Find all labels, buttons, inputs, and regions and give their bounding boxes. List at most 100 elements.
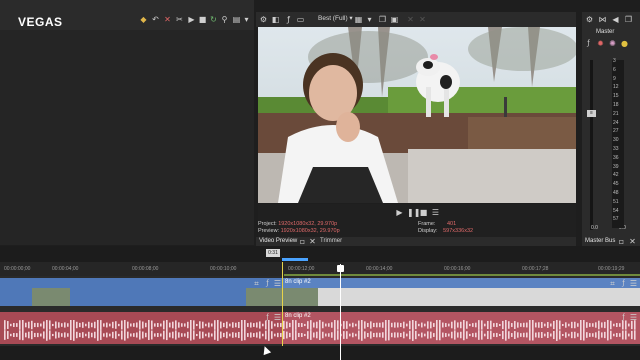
chevron-down-icon[interactable]: ▾ bbox=[365, 15, 374, 24]
fx-icon[interactable]: ƒ bbox=[584, 39, 593, 48]
window-icon[interactable]: ▫ bbox=[298, 237, 307, 246]
waveform-bar bbox=[607, 329, 609, 341]
timeline-ruler[interactable]: 00:00:00;00 00:00:04;00 00:00:08;00 00:00:1… bbox=[0, 262, 640, 276]
audio-track[interactable]: ƒ ☰ 8n clip #2 ƒ ☰ bbox=[0, 310, 640, 346]
playhead-line[interactable] bbox=[340, 264, 341, 360]
meter-scale-label: 12 bbox=[613, 84, 619, 91]
save-snapshot-icon[interactable]: ▣ bbox=[390, 15, 399, 24]
stop-icon[interactable]: ■ bbox=[419, 208, 428, 217]
tab-trimmer[interactable]: Trimmer bbox=[320, 238, 342, 244]
waveform-bar bbox=[31, 330, 33, 340]
project-icon[interactable]: ◆ bbox=[139, 15, 148, 24]
close-icon[interactable]: ✕ bbox=[628, 237, 637, 246]
waveform-bar bbox=[112, 321, 114, 329]
waveform-bar bbox=[79, 332, 81, 338]
waveform-bar bbox=[262, 323, 264, 327]
waveform-bar bbox=[19, 330, 21, 340]
waveform-bar bbox=[475, 322, 477, 328]
waveform-bar bbox=[118, 333, 120, 337]
waveform-bar bbox=[133, 323, 135, 327]
external-monitor-icon[interactable]: ▭ bbox=[296, 15, 305, 24]
search-icon[interactable]: ⚲ bbox=[220, 15, 229, 24]
crop-icon[interactable]: ⌗ bbox=[252, 279, 261, 288]
window-icon[interactable]: ▫ bbox=[617, 237, 626, 246]
waveform-bar bbox=[433, 323, 435, 327]
waveform-bar bbox=[562, 333, 564, 337]
waveform-bar bbox=[289, 332, 291, 338]
play-icon[interactable]: ▶ bbox=[395, 208, 404, 217]
master-fader-track[interactable] bbox=[590, 60, 593, 230]
menu-icon[interactable]: ☰ bbox=[431, 208, 440, 217]
stop-icon[interactable]: ■ bbox=[198, 15, 207, 24]
waveform-bar bbox=[31, 320, 33, 330]
waveform-bar bbox=[331, 322, 333, 328]
undo-icon[interactable]: ↶ bbox=[151, 15, 160, 24]
waveform-bar bbox=[430, 331, 432, 339]
waveform-bar bbox=[136, 322, 138, 328]
play-icon[interactable]: ▶ bbox=[187, 15, 196, 24]
tab-master-bus[interactable]: Master Bus bbox=[585, 238, 615, 244]
close-icon[interactable]: ✕ bbox=[308, 237, 317, 246]
mute-icon[interactable]: ✺ bbox=[608, 39, 617, 48]
waveform-bar bbox=[196, 333, 198, 337]
video-event-selected[interactable]: 8n clip #2 ⌗ ƒ ☰ bbox=[282, 278, 640, 306]
waveform-bar bbox=[295, 320, 297, 330]
waveform-bar bbox=[553, 330, 555, 340]
copy-icon[interactable]: ❐ bbox=[624, 15, 633, 24]
fx-icon[interactable]: ƒ bbox=[284, 15, 293, 24]
menu-icon[interactable]: ☰ bbox=[629, 279, 638, 288]
record-icon[interactable]: ✹ bbox=[596, 39, 605, 48]
waveform-bar bbox=[211, 323, 213, 327]
waveform-bar bbox=[145, 332, 147, 338]
grid-icon[interactable]: ▦ bbox=[354, 15, 363, 24]
trim-icon[interactable]: ✂ bbox=[175, 15, 184, 24]
waveform-bar bbox=[622, 330, 624, 340]
waveform-bar bbox=[97, 320, 99, 331]
tab-video-preview[interactable]: Video Preview bbox=[259, 238, 297, 244]
waveform-bar bbox=[526, 332, 528, 338]
waveform-bar bbox=[223, 322, 225, 328]
waveform-bar bbox=[490, 330, 492, 340]
delete-icon[interactable]: ✕ bbox=[163, 15, 172, 24]
waveform-bar bbox=[367, 322, 369, 328]
waveform-bar bbox=[151, 320, 153, 330]
explorer-body bbox=[0, 30, 254, 245]
waveform-bar bbox=[574, 321, 576, 329]
waveform-bar bbox=[394, 332, 396, 338]
waveform-bar bbox=[193, 320, 195, 330]
solo-icon[interactable]: ● bbox=[620, 39, 629, 48]
fx-icon[interactable]: ƒ bbox=[263, 279, 272, 288]
loop-icon[interactable]: ↻ bbox=[209, 15, 218, 24]
waveform-bar bbox=[190, 320, 192, 331]
mixer-icon[interactable]: ⋈ bbox=[598, 15, 607, 24]
fx-icon[interactable]: ƒ bbox=[619, 279, 628, 288]
meter-scale-label: 18 bbox=[613, 102, 619, 108]
master-fader-handle[interactable]: ≡ bbox=[587, 110, 596, 117]
loop-region[interactable] bbox=[282, 258, 308, 261]
speaker-icon[interactable]: ◀ bbox=[611, 15, 620, 24]
playhead-handle[interactable] bbox=[337, 265, 344, 272]
video-event-before[interactable]: ⌗ ƒ ☰ bbox=[0, 278, 282, 306]
gear-icon[interactable]: ⚙ bbox=[259, 15, 268, 24]
waveform-bar bbox=[481, 320, 483, 330]
view-icon[interactable]: ▤ bbox=[232, 15, 241, 24]
video-track[interactable]: ⌗ ƒ ☰ 8n clip #2 ⌗ ƒ ☰ bbox=[0, 276, 640, 310]
waveform-bar bbox=[187, 331, 189, 339]
waveform-bar bbox=[259, 321, 261, 329]
pause-icon[interactable]: ❚❚ bbox=[407, 208, 420, 217]
waveform-bar bbox=[535, 332, 537, 338]
waveform-bar bbox=[319, 330, 321, 340]
split-screen-icon[interactable]: ◧ bbox=[271, 15, 280, 24]
waveform-bar bbox=[301, 333, 303, 337]
waveform-bar bbox=[595, 322, 597, 328]
preview-quality-select[interactable]: Best (Full) ▾ bbox=[318, 14, 353, 22]
gear-icon[interactable]: ⚙ bbox=[585, 15, 594, 24]
waveform-bar bbox=[16, 333, 18, 337]
waveform-bar bbox=[502, 320, 504, 330]
menu-icon[interactable]: ☰ bbox=[273, 279, 282, 288]
waveform-bar bbox=[355, 323, 357, 327]
waveform-bar bbox=[337, 320, 339, 330]
crop-icon[interactable]: ⌗ bbox=[608, 279, 617, 288]
copy-snapshot-icon[interactable]: ❐ bbox=[378, 15, 387, 24]
chevron-down-icon[interactable]: ▾ bbox=[242, 15, 251, 24]
